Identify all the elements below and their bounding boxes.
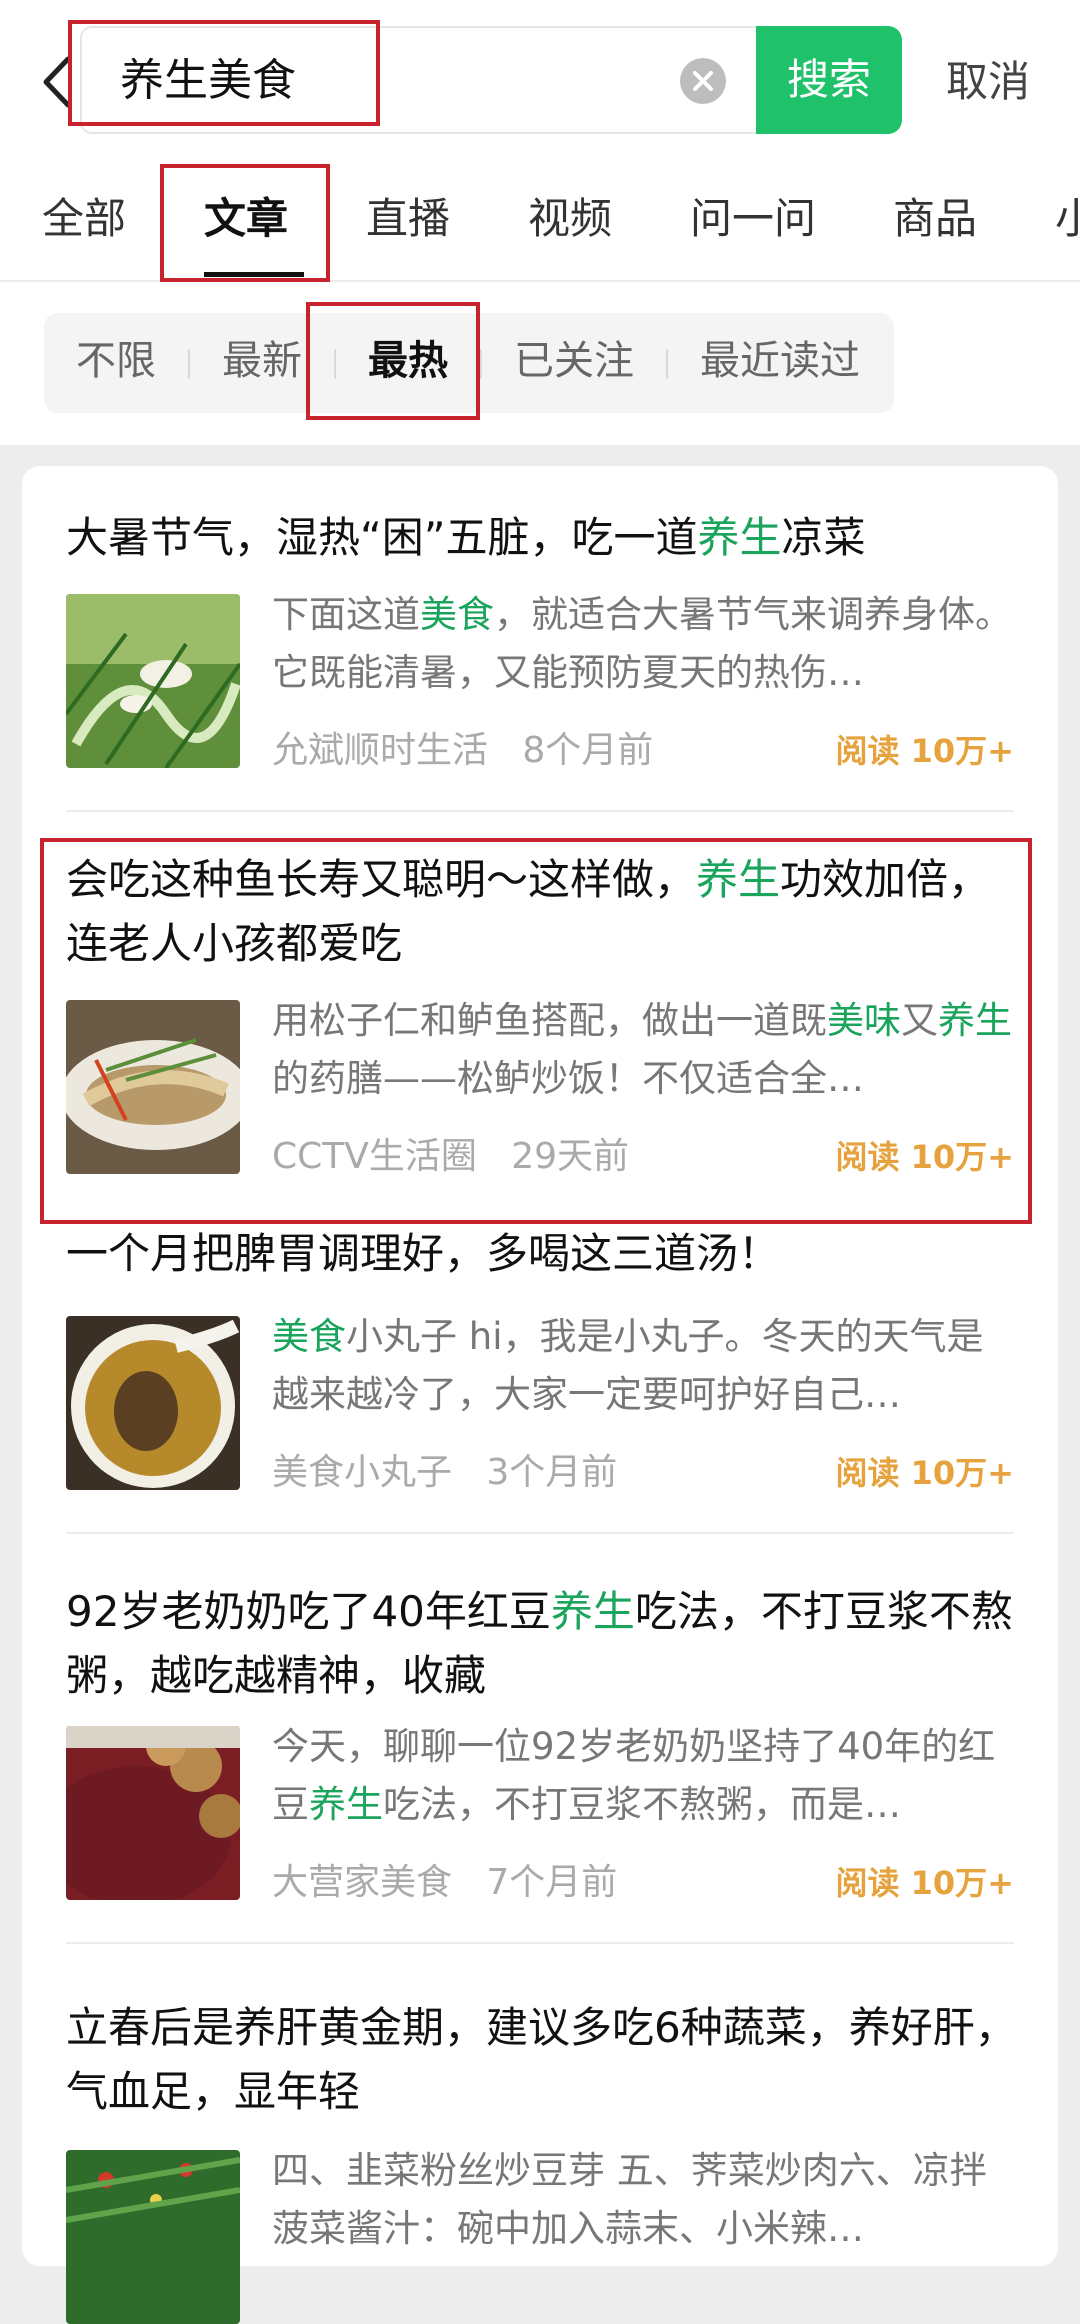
tab-more[interactable]: 小 (1055, 191, 1080, 247)
filter-separator (480, 349, 482, 379)
filter-recently-read[interactable]: 最近读过 (700, 333, 860, 389)
filter-separator (188, 349, 190, 379)
tab-products[interactable]: 商品 (893, 191, 977, 247)
article-meta: 美食小丸子 3个月前 (272, 1448, 617, 1498)
article-source: 美食小丸子 (272, 1452, 453, 1493)
annotation-box-result (40, 838, 1032, 1224)
article-thumbnail (66, 1316, 240, 1490)
article-thumbnail (66, 594, 240, 768)
tab-live[interactable]: 直播 (366, 191, 450, 247)
filter-followed[interactable]: 已关注 (514, 333, 634, 389)
article-source: 大营家美食 (272, 1862, 453, 1903)
divider (66, 1532, 1014, 1534)
article-snippet: 下面这道美食，就适合大暑节气来调养身体。它既能清暑，又能预防夏天的热伤… (272, 593, 1012, 694)
article-title: 92岁老奶奶吃了40年红豆养生吃法，不打豆浆不熬粥，越吃越精神，收藏 (66, 1587, 1013, 1700)
article-time: 8个月前 (522, 730, 654, 771)
clear-icon[interactable] (680, 58, 726, 104)
article-source: 允斌顺时生活 (272, 730, 489, 771)
article-title: 大暑节气，湿热“困”五脏，吃一道养生凉菜 (66, 513, 866, 562)
article-snippet: 四、韭菜粉丝炒豆芽 五、荠菜炒肉六、凉拌菠菜酱汁：碗中加入蒜末、小米辣… (272, 2149, 987, 2250)
article-thumbnail (66, 2150, 240, 2324)
tab-all[interactable]: 全部 (42, 191, 126, 247)
article-meta: 允斌顺时生活 8个月前 (272, 726, 653, 776)
tab-video[interactable]: 视频 (528, 191, 612, 247)
article-meta: 大营家美食 7个月前 (272, 1858, 617, 1908)
divider (66, 810, 1014, 812)
article-title: 立春后是养肝黄金期，建议多吃6种蔬菜，养好肝，气血足，显年轻 (66, 2003, 1017, 2116)
annotation-box-search (68, 20, 380, 126)
divider (66, 1942, 1014, 1944)
article-snippet: 今天，聊聊一位92岁老奶奶坚持了40年的红豆养生吃法，不打豆浆不熬粥，而是… (272, 1725, 996, 1826)
filter-separator (666, 349, 668, 379)
annotation-box-articles-tab (160, 164, 330, 282)
read-count: 阅读 10万+ (835, 1864, 1015, 1902)
results-list: 大暑节气，湿热“困”五脏，吃一道养生凉菜 下面这道美食，就适合大暑节气来调养身体… (22, 466, 1058, 2324)
article-snippet: 美食小丸子 hi，我是小丸子。冬天的天气是越来越冷了，大家一定要呵护好自己… (272, 1315, 984, 1416)
read-count: 阅读 10万+ (835, 1454, 1015, 1492)
annotation-box-hottest-filter (306, 302, 480, 420)
filter-any[interactable]: 不限 (76, 333, 156, 389)
article-time: 3个月前 (486, 1452, 618, 1493)
article-time: 7个月前 (486, 1862, 618, 1903)
cancel-button[interactable]: 取消 (946, 54, 1030, 110)
search-button[interactable]: 搜索 (756, 26, 902, 134)
filter-newest[interactable]: 最新 (222, 333, 302, 389)
read-count: 阅读 10万+ (835, 732, 1015, 770)
article-thumbnail (66, 1726, 240, 1900)
tab-ask[interactable]: 问一问 (690, 191, 816, 247)
article-title: 一个月把脾胃调理好，多喝这三道汤！ (66, 1229, 781, 1278)
